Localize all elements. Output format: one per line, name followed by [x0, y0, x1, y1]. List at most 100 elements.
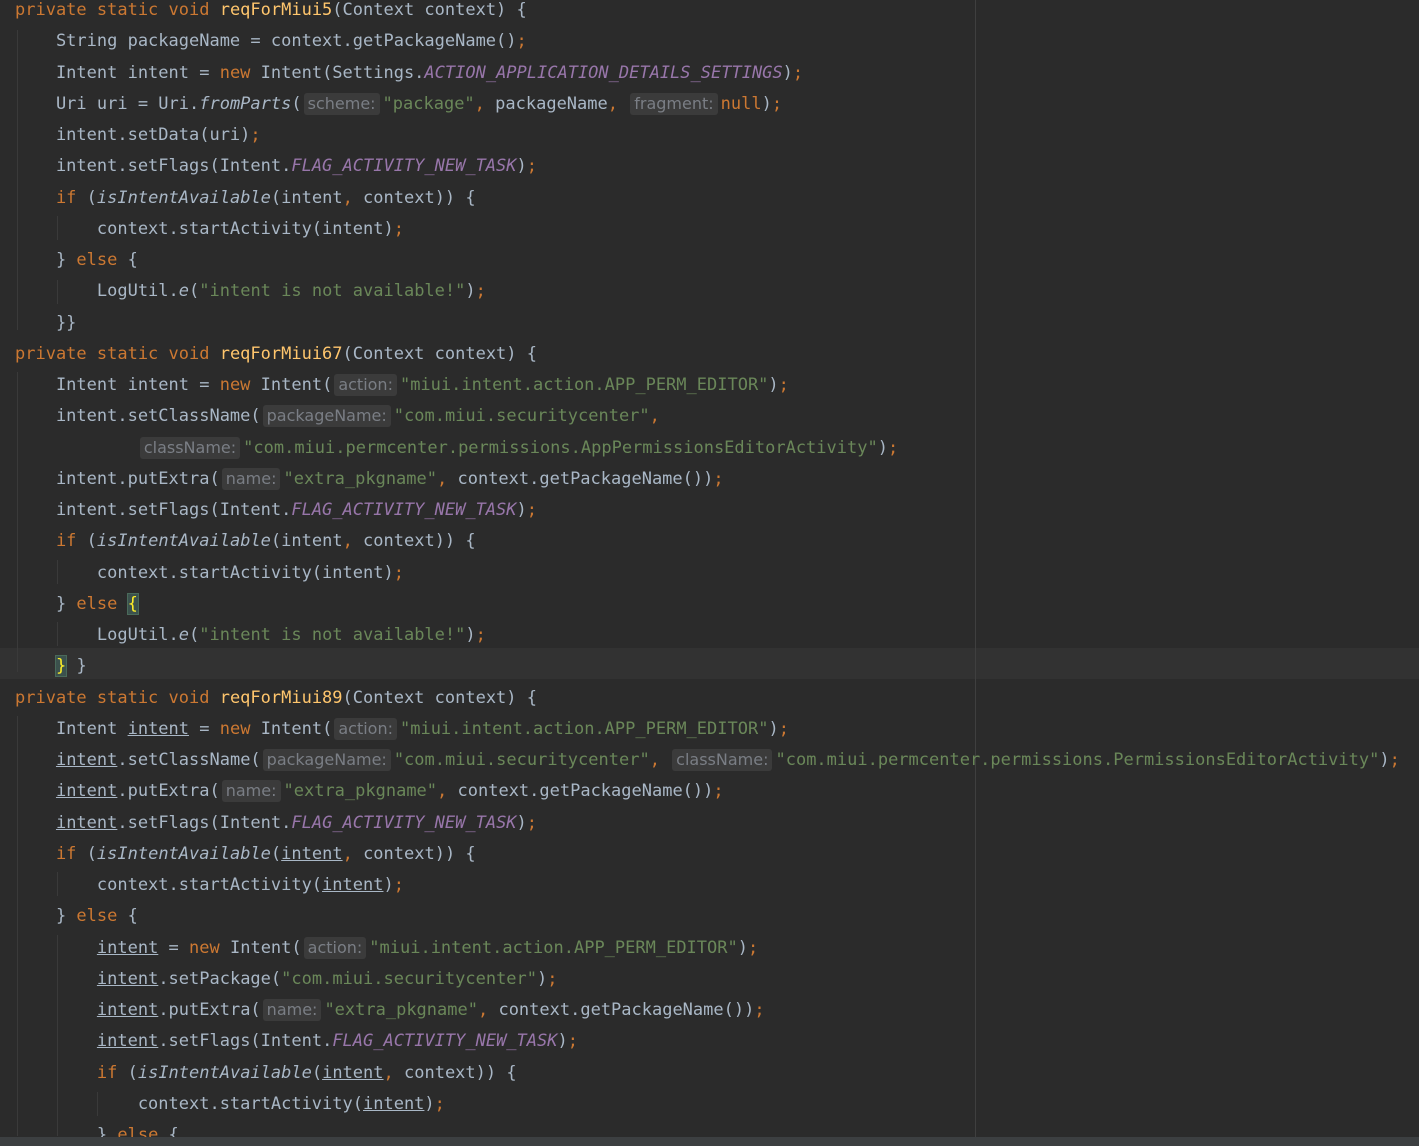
string-literal: "extra_pkgname" [324, 1000, 478, 1020]
code-line: intent.setPackage("com.miui.securitycent… [15, 964, 558, 995]
code-token: ( [86, 843, 97, 864]
keyword-token: new [219, 375, 261, 395]
keyword-token: ; [393, 562, 404, 583]
keyword-token: ; [526, 500, 538, 520]
reassigned-variable: intent [55, 750, 118, 770]
code-line: LogUtil.e("intent is not available!"); [15, 620, 486, 651]
code-token: } [66, 656, 87, 677]
code-token: .setClassName( [117, 750, 261, 770]
keyword-token: new [219, 718, 261, 739]
code-token: ) [383, 875, 394, 895]
method-name: reqForMiui67 [219, 343, 343, 364]
code-token: ) [465, 625, 476, 645]
code-token: .putExtra( [158, 1000, 261, 1020]
code-token: intent.setFlags(Intent. [15, 500, 292, 520]
code-line: Intent intent = new Intent(action: "miui.… [15, 714, 789, 745]
code-token: ( [291, 93, 302, 114]
reassigned-variable: intent [322, 875, 384, 895]
code-line: private static void reqForMiui67(Context… [15, 339, 537, 370]
right-margin-guide [975, 0, 976, 1146]
matched-brace: } [54, 655, 68, 678]
keyword-token: if [15, 843, 87, 864]
code-token: { [127, 250, 138, 270]
code-token: LogUtil. [15, 625, 179, 645]
code-token: intent.setClassName( [15, 406, 261, 427]
keyword-token: ; [778, 718, 789, 739]
keyword-token: ; [547, 968, 558, 989]
code-line: } else { [15, 245, 138, 276]
static-call-token: isIntentAvailable [96, 187, 271, 208]
code-line: Intent intent = new Intent(Settings.ACTI… [15, 58, 803, 89]
static-call-token: fromParts [199, 93, 292, 114]
code-line: } else { [15, 901, 138, 932]
reassigned-variable: intent [96, 1000, 159, 1020]
string-literal: "com.miui.securitycenter" [281, 968, 538, 989]
code-token: intent.setData(uri) [15, 125, 251, 145]
code-line: context.startActivity(intent); [15, 1089, 445, 1120]
keyword-token: , [474, 93, 496, 114]
code-token: ) [516, 500, 527, 520]
keyword-token: ; [526, 156, 538, 177]
keyword-token: new [189, 937, 230, 958]
reassigned-variable: intent [322, 1062, 384, 1083]
keyword-token: else [76, 250, 128, 270]
keyword-token: ; [434, 1093, 445, 1114]
code-line: intent.putExtra(name: "extra_pkgname", co… [15, 464, 724, 495]
keyword-token: else [76, 906, 128, 927]
constant-token: FLAG_ACTIVITY_NEW_TASK [291, 812, 517, 833]
code-token: .setFlags(Intent. [117, 812, 292, 833]
parameter-hint: className: [672, 749, 773, 771]
code-line: intent.setClassName(packageName: "com.miu… [15, 745, 1400, 776]
code-token: (Context context) { [342, 687, 537, 708]
parameter-hint: packageName: [262, 405, 391, 428]
keyword-token: ; [887, 437, 899, 458]
reassigned-variable: intent [55, 781, 118, 802]
code-token: Uri uri = Uri. [15, 93, 200, 114]
keyword-token: , [477, 1000, 499, 1020]
code-token: Intent( [260, 718, 333, 739]
keyword-token: ; [475, 281, 486, 302]
current-line-highlight [0, 648, 1419, 679]
code-token: (intent [270, 187, 343, 208]
code-line: } else { [15, 589, 139, 620]
code-token: ) [424, 1093, 435, 1114]
parameter-hint: name: [221, 467, 281, 490]
method-name: reqForMiui5 [219, 0, 333, 20]
constant-token: ACTION_APPLICATION_DETAILS_SETTINGS [424, 62, 783, 83]
code-line: LogUtil.e("intent is not available!"); [15, 276, 486, 307]
code-token: ) [516, 812, 527, 833]
code-token: Intent( [229, 937, 302, 958]
code-token: = [189, 718, 220, 739]
code-token: .putExtra( [117, 781, 220, 802]
code-token: .setFlags(Intent. [158, 1031, 333, 1052]
code-token: context)) { [363, 531, 476, 552]
code-token: ) [465, 281, 476, 302]
code-line: Intent intent = new Intent(action: "miui.… [15, 370, 789, 401]
string-literal: "com.miui.permcenter.permissions.AppPerm… [243, 437, 878, 458]
constant-token: FLAG_ACTIVITY_NEW_TASK [291, 500, 517, 520]
code-line: intent = new Intent(action: "miui.intent.… [15, 933, 758, 964]
keyword-token: ; [516, 31, 527, 52]
code-editor[interactable]: private static void reqForMiui5(Context … [0, 0, 1419, 1146]
horizontal-scrollbar[interactable] [0, 1137, 1419, 1146]
code-token: LogUtil. [15, 281, 179, 302]
reassigned-variable: intent [281, 843, 343, 864]
code-token: context.getPackageName()) [457, 781, 714, 802]
keyword-token: , [649, 406, 660, 427]
parameter-hint: name: [262, 999, 322, 1021]
code-token: context)) { [363, 187, 476, 208]
code-token: context.startActivity(intent) [15, 562, 394, 583]
keyword-token: ; [393, 875, 404, 895]
keyword-token: null [720, 93, 762, 114]
static-call-token: e [178, 625, 190, 645]
code-token: = [158, 937, 190, 958]
parameter-hint: scheme: [303, 92, 380, 115]
code-token: intent.setFlags(Intent. [15, 156, 292, 177]
reassigned-variable: intent [96, 968, 159, 989]
code-token: ) [768, 375, 779, 395]
